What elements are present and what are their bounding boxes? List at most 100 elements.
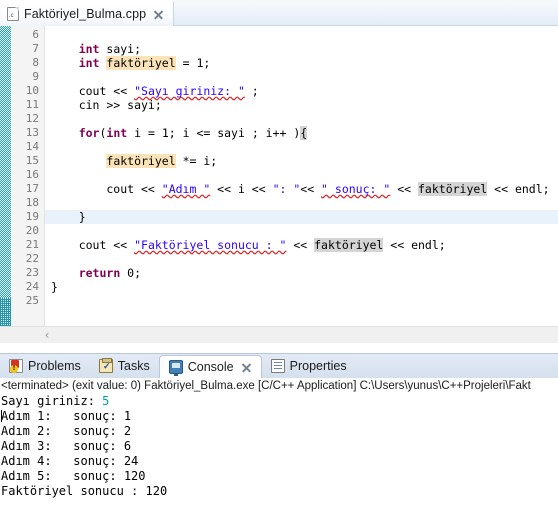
problems-icon xyxy=(9,359,23,373)
code-line[interactable]: cin >> sayi; xyxy=(45,98,558,112)
quick-diff-ruler xyxy=(0,26,11,326)
console-line-text: Adım 4: sonuç: 24 xyxy=(1,454,139,468)
code-line[interactable] xyxy=(45,140,558,154)
code-token: << xyxy=(300,182,322,196)
editor-tab-faktoriyel-bulma-cpp[interactable]: .c Faktöriyel_Bulma.cpp xyxy=(0,0,175,26)
console-line: Adım 1: sonuç: 1 xyxy=(0,409,558,424)
code-line[interactable] xyxy=(45,28,558,42)
code-token: } xyxy=(51,280,58,294)
line-number: 16 xyxy=(25,168,39,181)
code-token: ; xyxy=(244,84,259,98)
view-tab-close-icon[interactable] xyxy=(241,362,252,373)
editor-tab-bar: .c Faktöriyel_Bulma.cpp xyxy=(0,0,558,26)
code-token: faktöriyel xyxy=(314,238,384,252)
line-number: 25 xyxy=(25,294,39,307)
editor-horizontal-scrollbar[interactable]: ‹ xyxy=(0,326,558,344)
code-line[interactable]: int sayi; xyxy=(45,42,558,56)
code-token: i = 1; i <= sayi ; i++ ) xyxy=(127,126,301,140)
code-token: << i << xyxy=(210,182,273,196)
code-token: faktöriyel xyxy=(106,154,176,168)
line-number: 13 xyxy=(25,126,39,139)
line-number: 7 xyxy=(32,42,39,55)
line-number: 24 xyxy=(25,280,39,293)
code-line[interactable]: int faktöriyel = 1; xyxy=(45,56,558,70)
code-token: cout << xyxy=(51,84,135,98)
console-line-text: Adım 2: sonuç: 2 xyxy=(1,424,132,438)
code-line[interactable]: cout << "Adım " << i << ": "<< " sonuç: … xyxy=(45,182,558,196)
code-token: "Adım " xyxy=(161,182,211,196)
console-user-input: 5 xyxy=(102,394,110,408)
bottom-view-tab-bar: Problems Tasks Console Properties xyxy=(0,353,558,378)
code-token: *= i; xyxy=(175,154,218,168)
code-line[interactable] xyxy=(45,168,558,182)
console-output[interactable]: Sayı giriniz: 5 Adım 1: sonuç: 1 Adım 2: s… xyxy=(0,394,558,499)
line-number: 10 xyxy=(25,84,39,97)
code-line[interactable] xyxy=(45,70,558,84)
code-text-area[interactable]: int sayi; int faktöriyel = 1; cout << "S… xyxy=(45,26,558,326)
line-number: 18 xyxy=(25,196,39,209)
code-line[interactable] xyxy=(45,196,558,210)
view-tab-problems[interactable]: Problems xyxy=(0,354,90,378)
line-number: 19 xyxy=(25,210,39,223)
line-number: 6 xyxy=(32,28,39,41)
code-line[interactable]: faktöriyel *= i; xyxy=(45,154,558,168)
view-tab-tasks[interactable]: Tasks xyxy=(90,354,159,378)
editor-hscroll-left-arrow-icon[interactable]: ‹ xyxy=(41,329,53,342)
view-tab-label: Console xyxy=(187,360,234,374)
editor-hscroll-track[interactable] xyxy=(45,327,558,344)
code-token: for xyxy=(78,126,100,140)
code-token: sayi; xyxy=(99,42,142,56)
console-line: Adım 4: sonuç: 24 xyxy=(0,454,558,469)
code-token: cout << xyxy=(51,238,135,252)
view-tab-console[interactable]: Console xyxy=(158,355,262,378)
code-line[interactable]: } xyxy=(45,280,558,294)
line-number: 22 xyxy=(25,252,39,265)
console-text-caret xyxy=(1,410,2,422)
code-line[interactable]: return 0; xyxy=(45,266,558,280)
code-token: int xyxy=(106,126,128,140)
line-number: 20 xyxy=(25,224,39,237)
code-token: ": " xyxy=(272,182,301,196)
console-line-text: Adım 3: sonuç: 6 xyxy=(1,439,132,453)
editor-tab-close-icon[interactable] xyxy=(153,9,164,20)
code-line[interactable]: for(int i = 1; i <= sayi ; i++ ){ xyxy=(45,126,558,140)
console-line: Adım 2: sonuç: 2 xyxy=(0,424,558,439)
view-tab-properties[interactable]: Properties xyxy=(262,354,356,378)
console-line-text: Faktöriyel sonucu : 120 xyxy=(1,484,168,498)
quick-diff-changed-region xyxy=(0,26,11,298)
code-token: return xyxy=(78,266,121,280)
line-number-gutter: 6 7 8 9 10 11 12 13 14 15 16 17 18 19 20 21 22 23 24 25 xyxy=(11,26,45,326)
code-token: "Faktöriyel sonucu : " xyxy=(134,238,287,252)
code-line[interactable] xyxy=(45,112,558,126)
code-line[interactable]: } xyxy=(45,210,558,224)
eclipse-ide-window: .c Faktöriyel_Bulma.cpp 6 7 8 9 10 11 12 13 14 15… xyxy=(0,0,558,506)
cpp-file-icon: .c xyxy=(7,7,19,21)
view-tab-label: Tasks xyxy=(117,359,150,373)
properties-icon xyxy=(270,359,285,373)
line-number: 23 xyxy=(25,266,39,279)
code-token: } xyxy=(51,210,86,224)
code-line[interactable]: cout << "Sayı giriniz: " ; xyxy=(45,84,558,98)
view-tab-label: Problems xyxy=(28,359,81,373)
code-token: << xyxy=(390,182,418,196)
cpp-file-icon-letter: .c xyxy=(9,13,14,19)
code-token: int xyxy=(78,56,100,70)
console-line: Sayı giriniz: 5 xyxy=(0,394,558,409)
console-line-text: Adım 5: sonuç: 120 xyxy=(1,469,146,483)
code-line[interactable] xyxy=(45,294,558,308)
console-line-text: Adım 1: sonuç: 1 xyxy=(1,409,132,423)
code-line[interactable] xyxy=(45,252,558,266)
console-line: Adım 5: sonuç: 120 xyxy=(0,469,558,484)
line-number: 8 xyxy=(32,56,39,69)
line-number: 11 xyxy=(25,98,39,111)
console-view[interactable]: <terminated> (exit value: 0) Faktöriyel_… xyxy=(0,378,558,506)
console-status-line: <terminated> (exit value: 0) Faktöriyel_… xyxy=(1,380,531,392)
code-line[interactable]: cout << "Faktöriyel sonucu : " << faktör… xyxy=(45,238,558,252)
code-editor[interactable]: 6 7 8 9 10 11 12 13 14 15 16 17 18 19 20 21 22 23 24 25 int… xyxy=(0,26,558,326)
code-token: faktöriyel xyxy=(418,182,488,196)
line-number: 12 xyxy=(25,112,39,125)
code-line[interactable] xyxy=(45,224,558,238)
console-line: Adım 3: sonuç: 6 xyxy=(0,439,558,454)
